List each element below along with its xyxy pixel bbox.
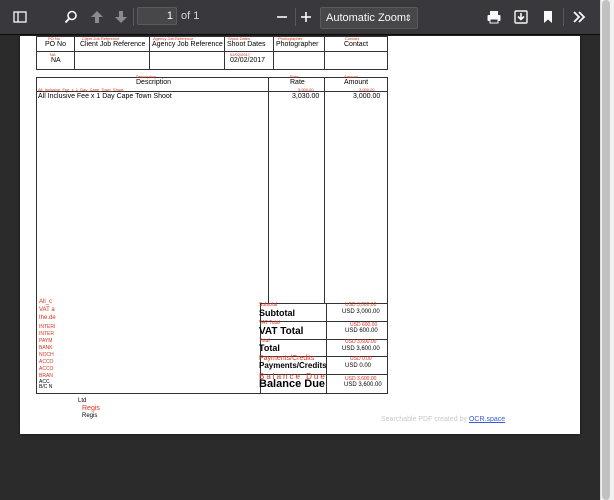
- zoom-value: Automatic Zoom: [326, 12, 407, 24]
- note-line: PAYM: [39, 338, 53, 344]
- ocr-credit-text: Searchable PDF created by: [381, 416, 467, 423]
- line-item-overlay: All_Inclusive_Fee_x_1_Day_Cape_Town_Shoo…: [38, 87, 124, 92]
- pdf-viewer: 1 of 1 Automatic Zoom ⇕ PO No Client Job…: [0, 0, 600, 500]
- subtotal-value-overlay: USD 3,000.00: [345, 302, 377, 308]
- agency-ref-header: Agency Job Reference: [152, 41, 223, 48]
- po-value: NA: [51, 57, 61, 64]
- balance-label: Balance Due: [259, 378, 326, 390]
- note-line: INTER: [39, 331, 54, 337]
- description-header: Description: [136, 79, 172, 86]
- total-value: USD 3,600.00: [342, 346, 380, 352]
- line-amount-overlay: 3,000.00: [359, 87, 375, 92]
- ocr-credit: Searchable PDF created by OCR.space: [381, 416, 505, 423]
- rate-header: Rate: [290, 79, 305, 86]
- shoot-dates-header: Shoot Dates: [227, 41, 266, 48]
- arrow-up-icon[interactable]: [89, 9, 105, 25]
- total-value-overlay: USD 3,600.00: [345, 339, 377, 345]
- note-line: NOCH: [39, 352, 54, 358]
- payments-label: Payments/Credits: [259, 361, 327, 370]
- plus-icon[interactable]: [298, 9, 314, 25]
- client-ref-header: Client Job Reference: [80, 41, 146, 48]
- search-icon[interactable]: [63, 9, 79, 25]
- company-ltd: Ltd: [78, 398, 87, 404]
- scrollbar-thumb[interactable]: [602, 0, 610, 500]
- contact-header: Contact: [344, 41, 369, 48]
- note-line: BANK: [39, 345, 53, 351]
- vat-label: VAT Total: [259, 326, 304, 337]
- subtotal-label: Subtotal: [259, 308, 295, 318]
- line-rate-overlay: 3,000.00: [298, 87, 314, 92]
- note-line: B/C N: [39, 384, 53, 390]
- page-number-input[interactable]: 1: [137, 7, 177, 25]
- chevron-down-icon: ⇕: [404, 13, 412, 23]
- balance-value: USD 3,600.00: [344, 382, 382, 388]
- photographer-header: Photographer: [276, 41, 319, 48]
- note-line: the.de: [39, 315, 56, 321]
- toolbar: 1 of 1 Automatic Zoom ⇕: [0, 0, 600, 35]
- shoot-date-value: 02/02/2017: [230, 57, 266, 64]
- payments-value: USD 0.00: [345, 363, 372, 369]
- print-icon[interactable]: [486, 9, 502, 25]
- download-icon[interactable]: [513, 9, 529, 25]
- minus-icon[interactable]: [274, 9, 290, 25]
- vat-value: USD 600.00: [345, 328, 378, 334]
- note-line: INTERI: [39, 324, 56, 330]
- po-no-header: PO No: [45, 41, 67, 48]
- note-line: All_c: [39, 299, 53, 305]
- zoom-select[interactable]: Automatic Zoom ⇕: [320, 7, 418, 29]
- note-line: VAT a: [39, 307, 55, 313]
- page-count: of 1: [181, 10, 200, 22]
- line-item-description: All Inclusive Fee x 1 Day Cape Town Shoo…: [38, 93, 172, 100]
- total-label: Total: [259, 343, 280, 353]
- note-line: ACCO: [39, 359, 54, 365]
- subtotal-value: USD 3,000.00: [342, 309, 380, 315]
- registration: Regis: [82, 413, 98, 419]
- note-line: ACCO: [39, 366, 54, 372]
- bookmark-icon[interactable]: [540, 9, 556, 25]
- amount-header: Amount: [344, 79, 369, 86]
- sidebar-toggle-icon[interactable]: [12, 9, 28, 25]
- pdf-page: PO No Client Job Reference Agency Job Re…: [20, 36, 580, 434]
- line-item-amount: 3,000.00: [353, 93, 381, 100]
- chevrons-right-icon[interactable]: [571, 9, 587, 25]
- payments-value-overlay: USD 0.00: [350, 356, 372, 362]
- registration-overlay: Regis: [82, 405, 100, 412]
- arrow-down-icon[interactable]: [113, 9, 129, 25]
- ocr-link[interactable]: OCR.space: [469, 416, 505, 423]
- line-item-rate: 3,030.00: [292, 93, 320, 100]
